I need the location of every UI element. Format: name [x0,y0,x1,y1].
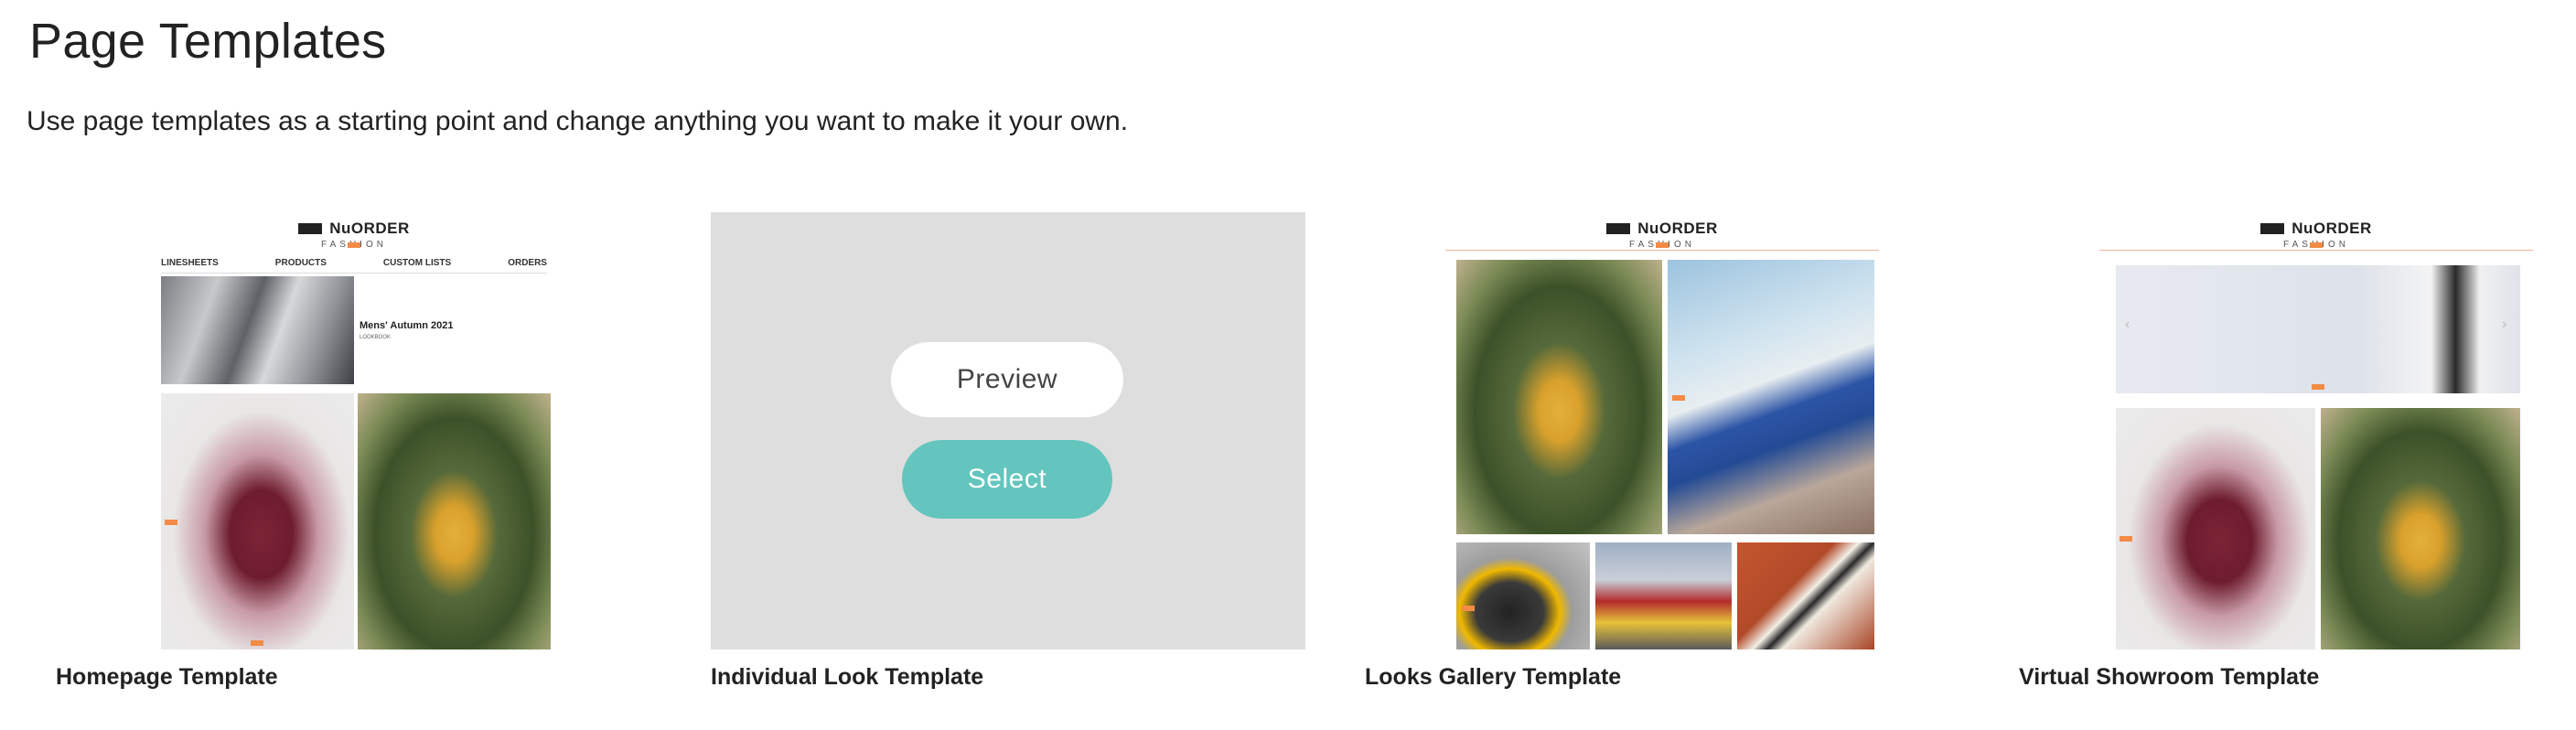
looks-gallery-template-thumbnail[interactable]: NuORDER FASHION [1445,212,1879,649]
tag-marker [2120,536,2132,542]
brand-mark-icon [1606,223,1631,234]
tag-marker [2310,242,2323,248]
feature-title: Mens' Autumn 2021 [360,320,454,331]
street-image [1595,542,1732,649]
nav-item-linesheets: LINESHEETS [161,258,219,268]
homepage-template-thumbnail[interactable]: NuORDER FASHION LINESHEETS PRODUCTS CUST… [137,212,571,649]
feature-image [161,276,354,384]
header-divider [1445,250,1879,251]
chevron-right-icon[interactable]: › [2502,317,2506,333]
yellow-dress-image [358,393,551,649]
chevron-left-icon[interactable]: ‹ [2125,317,2130,333]
page-description: Use page templates as a starting point a… [27,106,1129,136]
gown-image [2116,408,2315,649]
tag-marker [2312,384,2324,390]
header-divider [2099,250,2533,251]
nav-item-custom-lists: CUSTOM LISTS [382,258,452,268]
tag-marker [251,640,263,646]
gown-image [161,393,354,649]
brand-mark-icon [298,223,323,234]
tag-marker [348,242,360,248]
brick-wall-image [1737,542,1874,649]
page-title: Page Templates [29,14,387,69]
nav-item-products: PRODUCTS [274,258,327,268]
portrait-image [1456,542,1590,649]
preview-button[interactable]: Preview [891,342,1123,417]
yellow-dress-image [1456,260,1662,534]
homepage-template-label[interactable]: Homepage Template [56,664,278,691]
individual-look-template-label[interactable]: Individual Look Template [711,664,983,691]
blue-suit-image [1668,260,1874,534]
virtual-showroom-template-label[interactable]: Virtual Showroom Template [2019,664,2319,691]
yellow-dress-image [2321,408,2520,649]
tag-marker [1656,242,1669,248]
tag-marker [1672,395,1685,401]
feature-subtitle: LOOKBOOK [360,335,392,340]
virtual-showroom-template-thumbnail[interactable]: NuORDER FASHION ‹ › [2099,212,2533,649]
select-button[interactable]: Select [902,440,1112,519]
hero-banner-image [2116,265,2520,393]
individual-look-template-thumbnail[interactable]: Preview Select [711,212,1305,649]
tag-marker [1462,606,1475,611]
tag-marker [165,520,177,525]
brand-mark-icon [2260,223,2285,234]
looks-gallery-template-label[interactable]: Looks Gallery Template [1365,664,1621,691]
nav-divider [161,273,547,274]
nav-item-orders: ORDERS [508,258,547,268]
preview-nav: LINESHEETS PRODUCTS CUSTOM LISTS ORDERS [161,258,547,268]
